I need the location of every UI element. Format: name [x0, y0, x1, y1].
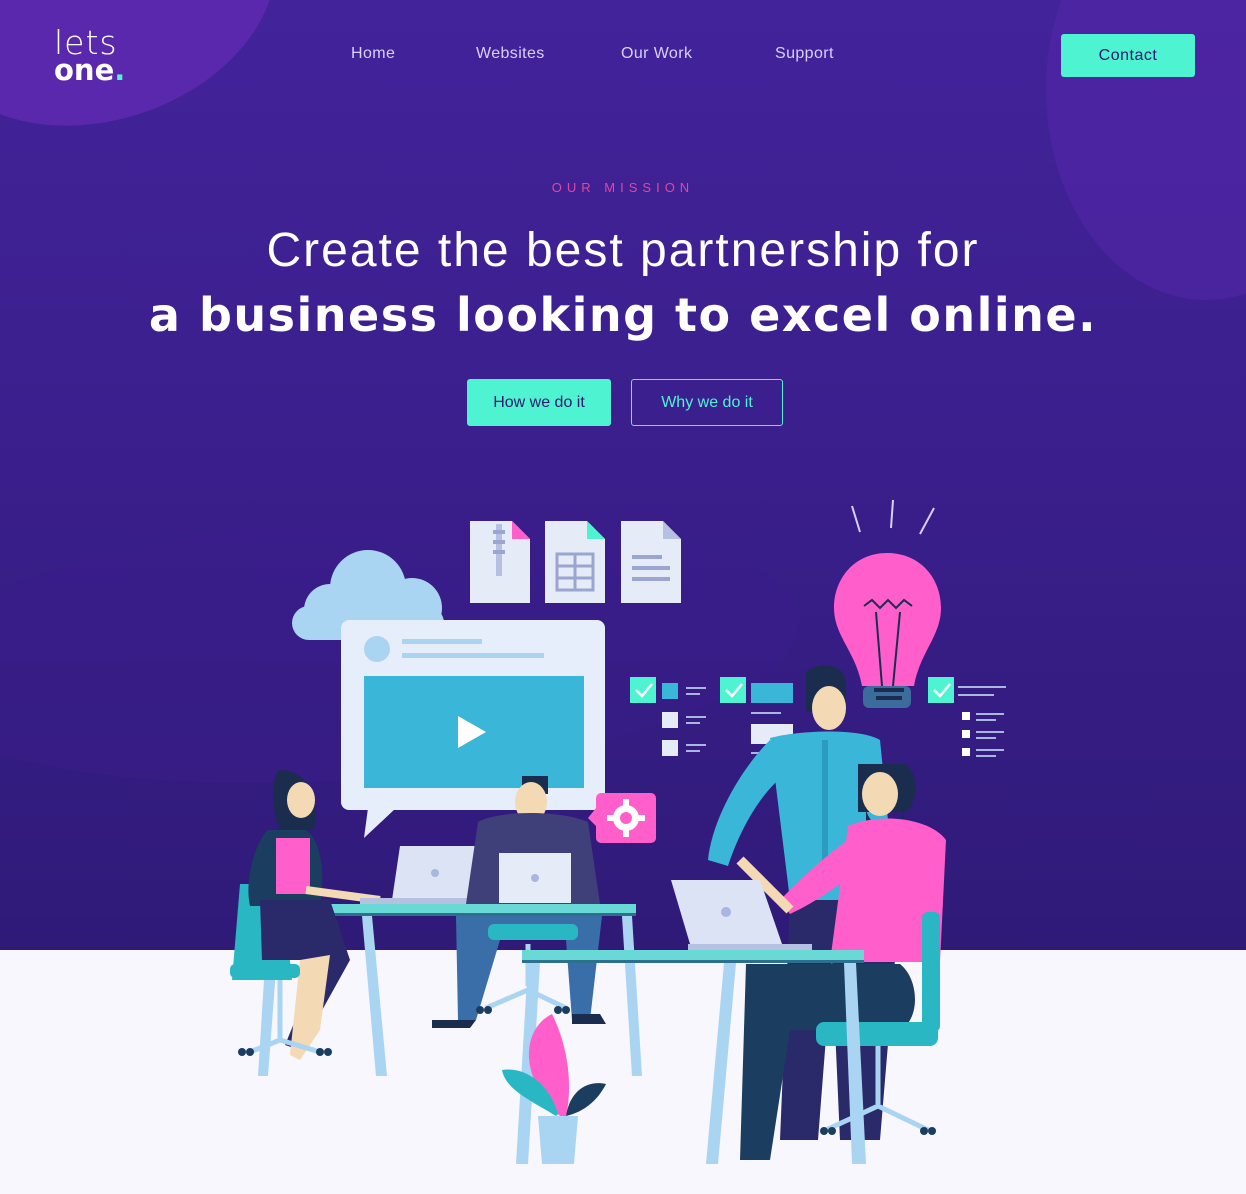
laptop-icon: [360, 846, 478, 904]
gear-icon: [588, 793, 656, 843]
video-card: [341, 620, 605, 838]
zip-file-icon: [470, 521, 530, 603]
laptop-icon: [499, 853, 571, 903]
lightbulb-icon: [834, 499, 941, 708]
team-illustration: [230, 499, 1006, 1164]
document-file-icon: [621, 521, 681, 603]
spreadsheet-file-icon: [545, 521, 605, 603]
